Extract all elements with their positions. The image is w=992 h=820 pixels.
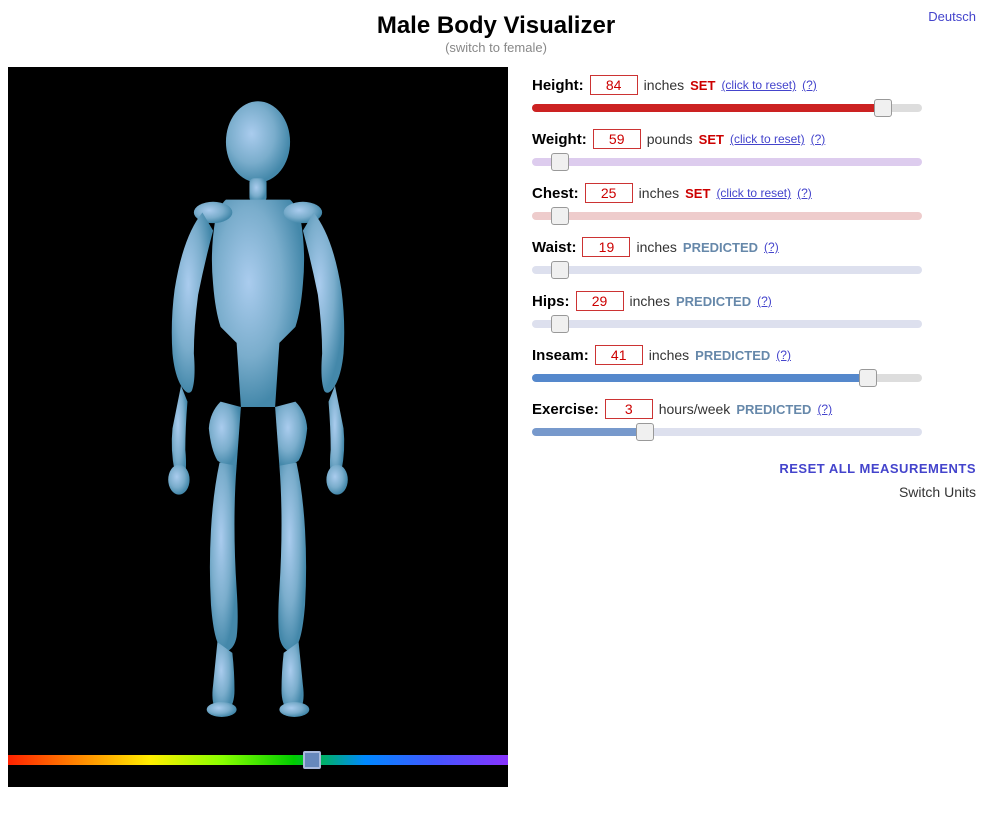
exercise-slider[interactable] [532,428,922,436]
chest-help[interactable]: (?) [797,186,812,200]
waist-label-row: Waist: inches PREDICTED (?) [532,237,976,257]
weight-label-row: Weight: pounds SET (click to reset) (?) [532,129,976,149]
chest-unit: inches [639,185,679,201]
hips-slider[interactable] [532,320,922,328]
exercise-input[interactable] [605,399,653,419]
exercise-label-row: Exercise: hours/week PREDICTED (?) [532,399,976,419]
inseam-label: Inseam: [532,347,589,364]
hips-label-row: Hips: inches PREDICTED (?) [532,291,976,311]
body-svg [108,97,408,717]
body-figure [8,67,508,747]
height-reset[interactable]: (click to reset) [721,78,796,92]
exercise-label: Exercise: [532,401,599,418]
main-layout: Height: inches SET (click to reset) (?) … [0,59,992,795]
height-input[interactable] [590,75,638,95]
page-title: Male Body Visualizer [0,12,992,40]
body-visualizer [8,67,508,787]
weight-help[interactable]: (?) [811,132,826,146]
chest-label-row: Chest: inches SET (click to reset) (?) [532,183,976,203]
inseam-predicted: PREDICTED [695,348,770,363]
waist-slider-container [532,261,976,279]
chest-label: Chest: [532,185,579,202]
page-header: Male Body Visualizer (switch to female) [0,0,992,59]
chest-set[interactable]: SET [685,186,710,201]
height-label: Height: [532,77,584,94]
hips-slider-container [532,315,976,333]
waist-slider[interactable] [532,266,922,274]
waist-row: Waist: inches PREDICTED (?) [532,237,976,279]
chest-reset[interactable]: (click to reset) [716,186,791,200]
exercise-help[interactable]: (?) [817,402,832,416]
inseam-unit: inches [649,347,689,363]
inseam-label-row: Inseam: inches PREDICTED (?) [532,345,976,365]
height-unit: inches [644,77,684,93]
waist-help[interactable]: (?) [764,240,779,254]
switch-gender-anchor[interactable]: (switch to female) [445,40,547,55]
inseam-help[interactable]: (?) [776,348,791,362]
hips-predicted: PREDICTED [676,294,751,309]
chest-slider-container [532,207,976,225]
height-row: Height: inches SET (click to reset) (?) [532,75,976,117]
language-link[interactable]: Deutsch [928,9,976,24]
waist-label: Waist: [532,239,576,256]
height-set[interactable]: SET [690,78,715,93]
weight-label: Weight: [532,131,587,148]
height-slider[interactable] [532,104,922,112]
color-bar [8,755,508,765]
inseam-slider[interactable] [532,374,922,382]
hips-input[interactable] [576,291,624,311]
waist-predicted: PREDICTED [683,240,758,255]
controls-panel: Height: inches SET (click to reset) (?) … [508,67,992,508]
hips-row: Hips: inches PREDICTED (?) [532,291,976,333]
waist-unit: inches [636,239,676,255]
weight-unit: pounds [647,131,693,147]
hips-label: Hips: [532,293,570,310]
exercise-slider-container [532,423,976,441]
color-bar-slider[interactable] [303,751,321,769]
chest-input[interactable] [585,183,633,203]
bottom-buttons: RESET ALL MEASUREMENTS Switch Units [532,461,976,500]
exercise-predicted: PREDICTED [736,402,811,417]
inseam-input[interactable] [595,345,643,365]
inseam-row: Inseam: inches PREDICTED (?) [532,345,976,387]
chest-slider[interactable] [532,212,922,220]
hips-help[interactable]: (?) [757,294,772,308]
weight-set[interactable]: SET [699,132,724,147]
switch-gender-link[interactable]: (switch to female) [0,40,992,55]
inseam-slider-container [532,369,976,387]
switch-units-button[interactable]: Switch Units [899,484,976,500]
reset-all-button[interactable]: RESET ALL MEASUREMENTS [779,461,976,476]
height-slider-container [532,99,976,117]
exercise-unit: hours/week [659,401,731,417]
exercise-row: Exercise: hours/week PREDICTED (?) [532,399,976,441]
weight-input[interactable] [593,129,641,149]
height-label-row: Height: inches SET (click to reset) (?) [532,75,976,95]
weight-slider[interactable] [532,158,922,166]
hips-unit: inches [630,293,670,309]
weight-reset[interactable]: (click to reset) [730,132,805,146]
weight-slider-container [532,153,976,171]
height-help[interactable]: (?) [802,78,817,92]
weight-row: Weight: pounds SET (click to reset) (?) [532,129,976,171]
waist-input[interactable] [582,237,630,257]
chest-row: Chest: inches SET (click to reset) (?) [532,183,976,225]
